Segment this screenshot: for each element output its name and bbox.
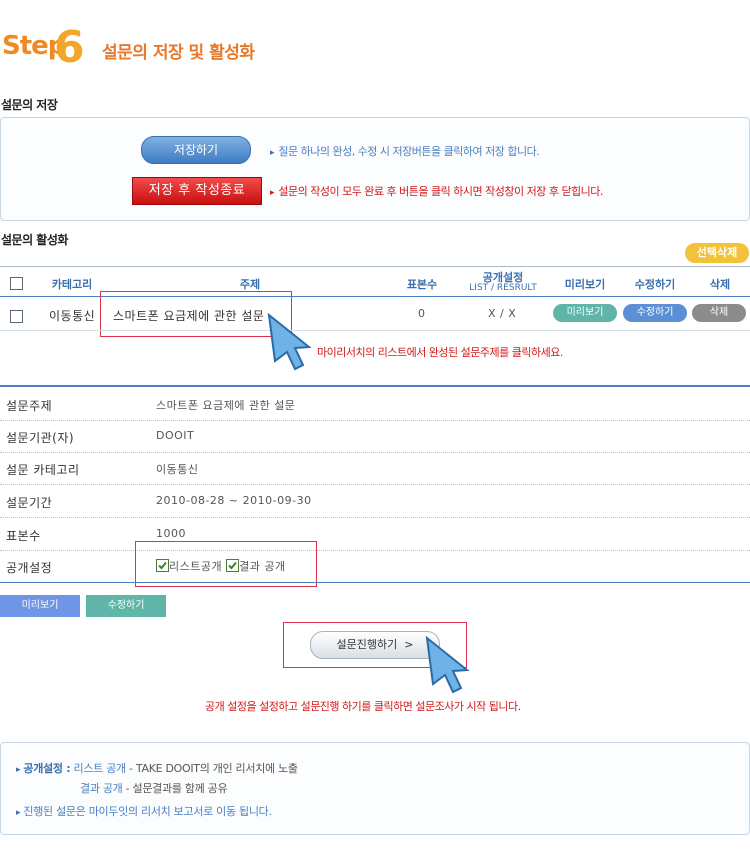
info-line-3: ▸ 진행된 설문은 마이두잇의 리서치 보고서로 이동 됩니다. bbox=[16, 803, 272, 819]
result-public-checkbox[interactable] bbox=[226, 559, 240, 572]
info-list-public: 리스트 공개 bbox=[73, 762, 127, 775]
row-public: X / X bbox=[488, 307, 517, 320]
detail-value-subject: 스마트폰 요금제에 관한 설문 bbox=[156, 399, 296, 412]
page-title: 설문의 저장 및 활성화 bbox=[102, 43, 255, 63]
pointer-arrow-icon bbox=[265, 312, 315, 374]
col-edit: 수정하기 bbox=[634, 278, 676, 291]
detail-value-sample: 1000 bbox=[156, 527, 186, 540]
detail-value-category: 이동통신 bbox=[156, 463, 199, 476]
detail-label-sample: 표본수 bbox=[6, 529, 41, 543]
row-preview-button[interactable]: 미리보기 bbox=[553, 304, 617, 322]
public-options: 리스트공개 결과 공개 bbox=[156, 558, 286, 574]
row-sample: 0 bbox=[418, 307, 426, 320]
col-sample: 표본수 bbox=[406, 278, 438, 291]
save-button[interactable]: 저장하기 bbox=[141, 136, 251, 164]
save-note: ▸ 질문 하나의 완성, 수정 시 저장버튼을 클릭하여 저장 합니다. bbox=[270, 143, 540, 159]
preview-button[interactable]: 미리보기 bbox=[0, 595, 80, 617]
info-line-2: 결과 공개 - 설문결과를 함께 공유 bbox=[80, 780, 228, 796]
bullet-icon: ▸ bbox=[270, 188, 275, 198]
info-line-3-text: 진행된 설문은 마이두잇의 리서치 보고서로 이동 됩니다. bbox=[23, 805, 272, 818]
row-delete-button[interactable]: 삭제 bbox=[692, 304, 746, 322]
list-public-label: 리스트공개 bbox=[169, 560, 223, 573]
save-and-close-button[interactable]: 저장 후 작성종료 bbox=[132, 177, 262, 205]
divider bbox=[0, 452, 750, 453]
row-checkbox[interactable] bbox=[10, 310, 23, 323]
detail-top-line bbox=[0, 385, 750, 387]
info-label: 공개설정 : bbox=[23, 762, 71, 775]
select-all-checkbox[interactable] bbox=[10, 277, 23, 290]
save-close-note-text: 설문의 작성이 모두 완료 후 버튼을 클릭 하시면 작성창이 저장 후 닫힙니… bbox=[278, 185, 603, 198]
detail-bottom-line bbox=[0, 582, 750, 583]
proceed-note: 공개 설정을 설정하고 설문진행 하기를 클릭하면 설문조사가 시작 됩니다. bbox=[205, 700, 521, 713]
detail-label-public: 공개설정 bbox=[6, 561, 53, 575]
select-delete-button[interactable]: 선택삭제 bbox=[685, 243, 749, 263]
save-section-box bbox=[0, 117, 750, 221]
hint-text: 마이리서치의 리스트에서 완성된 설문주제를 클릭하세요. bbox=[317, 346, 563, 359]
info-list-public-desc: - TAKE DOOIT의 개인 리서치에 노출 bbox=[125, 762, 298, 775]
step6-logo: Step 6 bbox=[2, 22, 87, 73]
detail-value-period: 2010-08-28 ~ 2010-09-30 bbox=[156, 494, 312, 507]
detail-value-org: DOOIT bbox=[156, 429, 195, 442]
info-result-public-desc: - 설문결과를 함께 공유 bbox=[122, 782, 228, 795]
row-line bbox=[0, 330, 750, 331]
row-category: 이동통신 bbox=[49, 309, 96, 323]
col-category: 카테고리 bbox=[51, 278, 93, 291]
divider bbox=[0, 550, 750, 551]
detail-label-subject: 설문주제 bbox=[6, 399, 53, 413]
detail-label-period: 설문기간 bbox=[6, 496, 53, 510]
edit-button[interactable]: 수정하기 bbox=[86, 595, 166, 617]
divider bbox=[0, 420, 750, 421]
list-public-checkbox[interactable] bbox=[156, 559, 169, 572]
table-top-line bbox=[0, 266, 750, 267]
result-public-label: 결과 공개 bbox=[239, 560, 286, 573]
col-delete: 삭제 bbox=[709, 278, 731, 291]
proceed-label: 설문진행하기 bbox=[336, 638, 398, 651]
divider bbox=[0, 517, 750, 518]
divider bbox=[0, 484, 750, 485]
info-result-public: 결과 공개 bbox=[80, 782, 123, 795]
detail-label-org: 설문기관(자) bbox=[6, 431, 75, 445]
save-section-title: 설문의 저장 bbox=[1, 98, 58, 112]
save-close-note: ▸ 설문의 작성이 모두 완료 후 버튼을 클릭 하시면 작성창이 저장 후 닫… bbox=[270, 183, 603, 199]
bullet-icon: ▸ bbox=[16, 765, 21, 775]
detail-label-category: 설문 카테고리 bbox=[6, 463, 80, 477]
row-edit-button[interactable]: 수정하기 bbox=[623, 304, 687, 322]
chevron-right-icon: > bbox=[404, 638, 414, 651]
bullet-icon: ▸ bbox=[16, 808, 21, 818]
pointer-arrow-icon bbox=[423, 635, 473, 697]
info-line-1: ▸ 공개설정 : 리스트 공개 - TAKE DOOIT의 개인 리서치에 노출 bbox=[16, 760, 298, 776]
col-preview: 미리보기 bbox=[564, 278, 606, 291]
col-subject: 주제 bbox=[239, 278, 261, 291]
row-subject-link[interactable]: 스마트폰 요금제에 관한 설문 bbox=[113, 307, 264, 324]
bullet-icon: ▸ bbox=[270, 148, 275, 158]
col-public-sub: LIST / RESRULT bbox=[469, 283, 537, 293]
proceed-survey-button[interactable]: 설문진행하기 > bbox=[310, 631, 440, 659]
svg-text:6: 6 bbox=[54, 22, 85, 70]
save-note-text: 질문 하나의 완성, 수정 시 저장버튼을 클릭하여 저장 합니다. bbox=[278, 145, 540, 158]
activation-section-title: 설문의 활성화 bbox=[1, 233, 68, 247]
